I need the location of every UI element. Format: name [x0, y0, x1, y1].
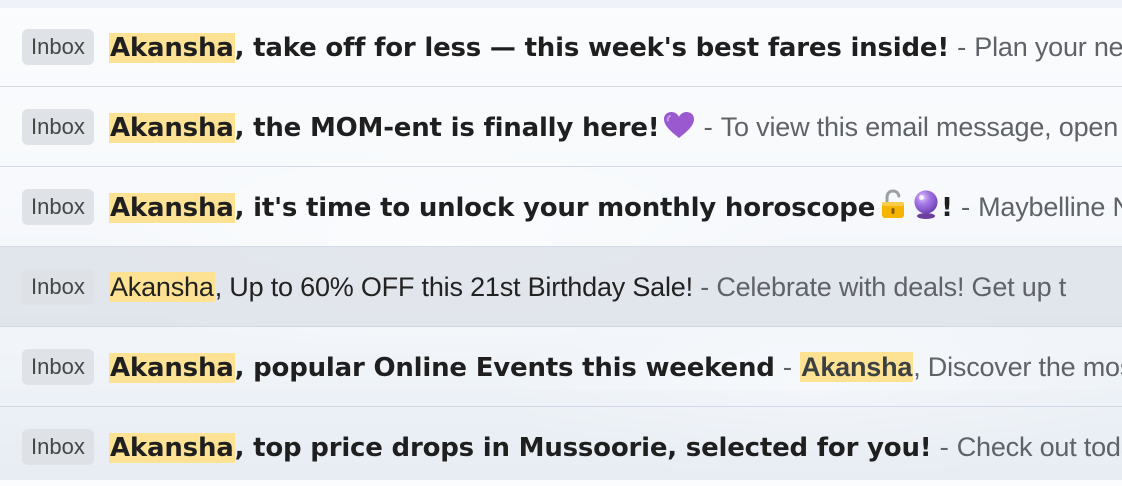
purple-heart-icon [663, 111, 695, 149]
email-subject-line: Akansha, take off for less — this week's… [109, 29, 1122, 65]
email-snippet-container: Akansha, Discover the most # [800, 352, 1122, 382]
email-subject-line: Akansha, Up to 60% OFF this 21st Birthda… [109, 269, 1066, 305]
snippet-name-highlight: Akansha [800, 352, 914, 382]
unlocked-padlock-icon [879, 189, 907, 229]
email-row[interactable]: Inbox Akansha, it's time to unlock your … [0, 167, 1122, 247]
subject-snippet-separator: - [774, 353, 801, 383]
email-row[interactable]: Inbox Akansha, take off for less — this … [0, 7, 1122, 87]
email-snippet: Celebrate with deals! Get up t [716, 272, 1067, 302]
subject-snippet-separator: - [695, 113, 721, 143]
email-snippet: Maybelline New [978, 192, 1122, 222]
email-row[interactable]: Inbox Akansha, popular Online Events thi… [0, 327, 1122, 407]
email-subject-line: Akansha, popular Online Events this week… [109, 349, 1122, 385]
subject-snippet-separator: - [948, 33, 975, 63]
email-list: Inbox Akansha, take off for less — this … [0, 7, 1122, 486]
email-subject: , the MOM-ent is finally here! [234, 113, 660, 143]
name-highlight: Akansha [109, 193, 235, 223]
email-row[interactable]: Inbox Akansha, Up to 60% OFF this 21st B… [0, 247, 1122, 327]
subject-snippet-separator: - [692, 272, 717, 302]
name-highlight: Akansha [109, 433, 235, 463]
name-highlight: Akansha [109, 353, 235, 383]
email-snippet: Plan your next ge [974, 32, 1122, 62]
email-subject: , Up to 60% OFF this 21st Birthday Sale! [214, 272, 693, 302]
email-subject-line: Akansha, top price drops in Mussoorie, s… [109, 429, 1122, 465]
email-subject-line: Akansha, the MOM-ent is finally here! - … [109, 109, 1122, 145]
subject-snippet-separator: - [931, 433, 957, 463]
inbox-label-chip[interactable]: Inbox [22, 349, 94, 385]
inbox-label-chip[interactable]: Inbox [22, 109, 94, 145]
email-subject: , it's time to unlock your monthly horos… [234, 193, 876, 223]
subject-snippet-separator: - [952, 193, 979, 223]
crystal-ball-icon [911, 189, 941, 229]
email-subject-end: ! [941, 193, 953, 223]
email-subject: , take off for less — this week's best f… [234, 33, 950, 63]
name-highlight: Akansha [109, 113, 235, 143]
email-snippet: , Discover the most # [913, 352, 1122, 382]
email-snippet: To view this email message, open i [720, 112, 1122, 142]
email-subject: , top price drops in Mussoorie, selected… [234, 433, 932, 463]
inbox-label-chip[interactable]: Inbox [22, 29, 94, 65]
inbox-label-chip[interactable]: Inbox [22, 269, 94, 305]
email-row[interactable]: Inbox Akansha, the MOM-ent is finally he… [0, 87, 1122, 167]
name-highlight: Akansha [109, 33, 235, 63]
email-snippet: Check out today's [956, 432, 1122, 462]
inbox-label-chip[interactable]: Inbox [22, 429, 94, 465]
email-subject-line: Akansha, it's time to unlock your monthl… [109, 189, 1122, 225]
inbox-label-chip[interactable]: Inbox [22, 189, 94, 225]
email-row[interactable]: Inbox Akansha, top price drops in Mussoo… [0, 407, 1122, 486]
name-highlight: Akansha [109, 272, 215, 302]
email-subject: , popular Online Events this weekend [234, 353, 775, 383]
